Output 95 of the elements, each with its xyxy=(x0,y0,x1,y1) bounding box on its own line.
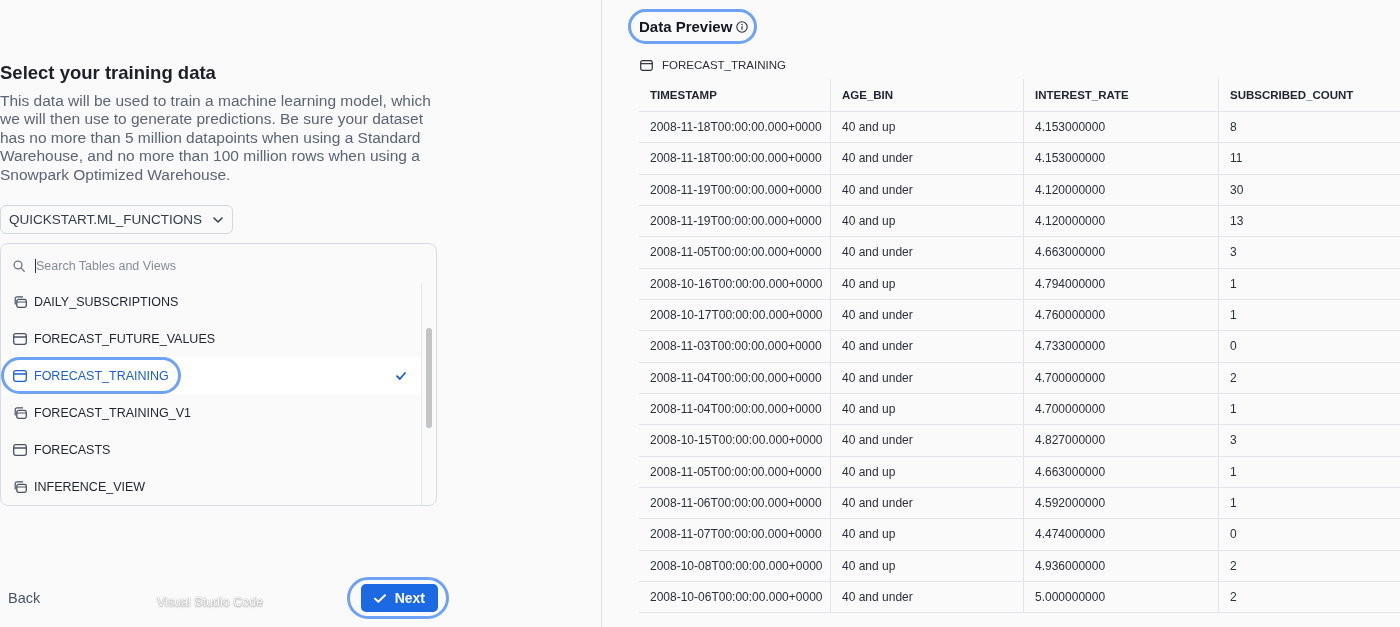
table-cell: 40 and under xyxy=(830,236,1024,269)
schema-dropdown[interactable]: QUICKSTART.ML_FUNCTIONS xyxy=(0,205,234,235)
table-cell: 40 and under xyxy=(830,142,1024,175)
table-cell: 40 and under xyxy=(830,424,1024,457)
stacked-tables-icon xyxy=(13,406,27,419)
table-cell: 2008-11-04T00:00:00.000+0000 xyxy=(639,393,831,425)
table-cell: 4.474000000 xyxy=(1023,518,1219,551)
stacked-tables-icon xyxy=(13,295,27,308)
table-cell: 2008-11-05T00:00:00.000+0000 xyxy=(639,456,831,488)
search-icon xyxy=(13,259,25,272)
table-name: FORECAST_TRAINING xyxy=(662,59,786,71)
table-cell: 2 xyxy=(1218,550,1400,582)
column-header: SUBSCRIBED_COUNT xyxy=(1218,79,1400,112)
table-cell: 8 xyxy=(1218,111,1400,143)
table-cell: 40 and under xyxy=(830,330,1024,363)
table-icon xyxy=(13,443,27,456)
table-cell: 4.153000000 xyxy=(1023,142,1219,175)
search-field[interactable]: Search Tables and Views xyxy=(36,255,436,276)
table-cell: 40 and under xyxy=(830,487,1024,519)
table-cell: 0 xyxy=(1218,330,1400,363)
table-cell: 4.120000000 xyxy=(1023,174,1219,206)
table-cell: 2 xyxy=(1218,581,1400,613)
table-cell: 2008-10-16T00:00:00.000+0000 xyxy=(639,268,831,300)
table-cell: 13 xyxy=(1218,205,1400,237)
table-cell: 2008-11-19T00:00:00.000+0000 xyxy=(639,174,831,206)
table-cell: 11 xyxy=(1218,142,1400,175)
table-cell: 1 xyxy=(1218,393,1400,425)
scrollbar-thumb[interactable] xyxy=(426,328,432,429)
table-cell: 2008-10-08T00:00:00.000+0000 xyxy=(639,550,831,582)
table-cell: 4.592000000 xyxy=(1023,487,1219,519)
column-header: TIMESTAMP xyxy=(639,79,831,112)
list-item[interactable]: FORECAST_TRAINING xyxy=(1,357,181,395)
table-cell: 2008-10-06T00:00:00.000+0000 xyxy=(639,581,831,613)
table-cell: 4.700000000 xyxy=(1023,393,1219,425)
table-cell: 2008-11-19T00:00:00.000+0000 xyxy=(639,205,831,237)
table-cell: 2008-10-17T00:00:00.000+0000 xyxy=(639,299,831,331)
table-cell: 3 xyxy=(1218,236,1400,269)
table-icon xyxy=(13,332,27,345)
section-title: Data Preview xyxy=(639,17,733,36)
table-cell: 2 xyxy=(1218,362,1400,394)
table-cell: 2008-10-15T00:00:00.000+0000 xyxy=(639,424,831,457)
table-cell: 40 and up xyxy=(830,205,1024,237)
list-item[interactable]: FORECAST_TRAINING_V1 xyxy=(1,394,203,432)
table-cell: 2008-11-06T00:00:00.000+0000 xyxy=(639,487,831,519)
list-item[interactable]: FORECASTS xyxy=(1,431,123,469)
description-text: This data will be used to train a machine learning model, which we will then use to generate predictions. Be sure your dataset has no more than 5 million datapoints when using a Standard Warehouse, and no more than 100 million rows when using a Snowpark Optimized Warehouse. xyxy=(0,92,432,185)
table-cell: 40 and up xyxy=(830,393,1024,425)
check-icon xyxy=(373,593,386,603)
table-cell: 4.794000000 xyxy=(1023,268,1219,300)
back-button[interactable]: Back xyxy=(1,586,48,610)
table-cell: 4.663000000 xyxy=(1023,456,1219,488)
table-cell: 40 and up xyxy=(830,550,1024,582)
chevron-down-icon xyxy=(213,216,224,223)
table-cell: 40 and up xyxy=(830,518,1024,551)
table-cell: 3 xyxy=(1218,424,1400,457)
table-cell: 0 xyxy=(1218,518,1400,551)
info-icon[interactable] xyxy=(736,20,749,33)
check-icon xyxy=(396,371,406,380)
list-item[interactable]: INFERENCE_VIEW xyxy=(1,468,158,506)
table-cell: 40 and under xyxy=(830,299,1024,331)
table-cell: 40 and up xyxy=(830,268,1024,300)
table-cell: 1 xyxy=(1218,456,1400,488)
table-cell: 4.936000000 xyxy=(1023,550,1219,582)
table-cell: 2008-11-18T00:00:00.000+0000 xyxy=(639,142,831,175)
table-cell: 1 xyxy=(1218,268,1400,300)
table-cell: 40 and under xyxy=(830,581,1024,613)
table-cell: 4.120000000 xyxy=(1023,205,1219,237)
table-cell: 2008-11-04T00:00:00.000+0000 xyxy=(639,362,831,394)
table-cell: 30 xyxy=(1218,174,1400,206)
list-item[interactable]: FORECAST_FUTURE_VALUES xyxy=(1,320,228,358)
table-cell: 4.700000000 xyxy=(1023,362,1219,394)
table-icon xyxy=(640,59,653,71)
table-cell: 1 xyxy=(1218,299,1400,331)
table-cell: 40 and under xyxy=(830,174,1024,206)
table-cell: 1 xyxy=(1218,487,1400,519)
table-cell: 5.000000000 xyxy=(1023,581,1219,613)
next-button[interactable]: Next xyxy=(360,584,438,612)
table-cell: 4.153000000 xyxy=(1023,111,1219,143)
table-cell: 4.760000000 xyxy=(1023,299,1219,331)
table-icon xyxy=(13,369,27,382)
table-cell: 4.827000000 xyxy=(1023,424,1219,457)
table-cell: 2008-11-03T00:00:00.000+0000 xyxy=(639,330,831,363)
list-item[interactable]: DAILY_SUBSCRIPTIONS xyxy=(1,283,191,321)
column-header: INTEREST_RATE xyxy=(1023,79,1219,112)
table-cell: 4.733000000 xyxy=(1023,330,1219,363)
stacked-tables-icon xyxy=(13,480,27,493)
column-header: AGE_BIN xyxy=(830,79,1024,112)
table-cell: 40 and up xyxy=(830,111,1024,143)
table-cell: 40 and under xyxy=(830,362,1024,394)
table-cell: 4.663000000 xyxy=(1023,236,1219,269)
table-cell: 2008-11-05T00:00:00.000+0000 xyxy=(639,236,831,269)
table-cell: 2008-11-07T00:00:00.000+0000 xyxy=(639,518,831,551)
page-title: Select your training data xyxy=(0,62,216,84)
table-cell: 40 and up xyxy=(830,456,1024,488)
table-cell: 2008-11-18T00:00:00.000+0000 xyxy=(639,111,831,143)
